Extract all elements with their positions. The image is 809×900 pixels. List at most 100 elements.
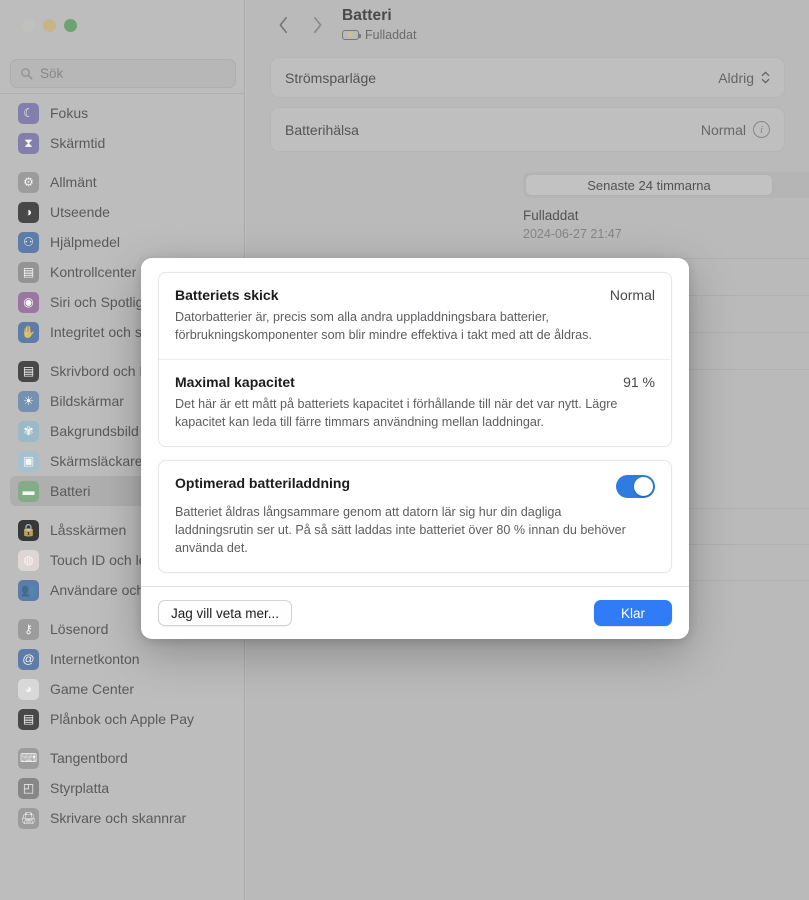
chart-timestamp: 2024-06-27 21:47 xyxy=(523,227,622,241)
learn-more-button[interactable]: Jag vill veta mer... xyxy=(158,600,293,626)
touchid-icon: ◍ xyxy=(18,549,39,571)
sidebar-item-internetkonton[interactable]: @ Internetkonton xyxy=(10,644,235,674)
screentime-icon: ⧗ xyxy=(18,132,39,154)
sidebar-item-label: Lösenord xyxy=(50,621,109,637)
battery-charged-icon: ⚡ xyxy=(342,30,362,40)
battery-health-row[interactable]: Batterihälsa Normal i xyxy=(270,107,785,152)
toggle-knob xyxy=(633,476,654,497)
controlcenter-icon: ▤ xyxy=(18,261,39,283)
sidebar-item-styrplatta[interactable]: ◰ Styrplatta xyxy=(10,773,235,803)
battery-health-dialog: Batteriets skick Normal Datorbatterier ä… xyxy=(141,258,689,639)
internet-accounts-icon: @ xyxy=(18,648,39,670)
dialog-footer: Jag vill veta mer... Klar xyxy=(141,586,689,639)
optimized-charging-card: Optimerad batteriladdning Batteriet åldr… xyxy=(158,460,672,573)
close-button[interactable] xyxy=(22,19,35,32)
sidebar-item-label: Game Center xyxy=(50,681,135,697)
sidebar-item-allmant[interactable]: ⚙ Allmänt xyxy=(10,167,235,197)
optimized-charging-toggle[interactable] xyxy=(616,475,655,498)
power-mode-value: Aldrig xyxy=(718,69,754,86)
gamecenter-icon: ◕ xyxy=(18,678,39,700)
power-mode-row[interactable]: Strömsparläge Aldrig xyxy=(270,57,785,98)
power-mode-label: Strömsparläge xyxy=(285,69,377,86)
optimized-charging-section: Optimerad batteriladdning Batteriet åldr… xyxy=(159,461,671,572)
chevron-left-icon xyxy=(279,16,287,34)
optimized-charging-description: Batteriet åldras långsammare genom att d… xyxy=(175,505,626,555)
sidebar-item-skarmtid[interactable]: ⧗ Skärmtid xyxy=(10,128,235,158)
max-capacity-section: Maximal kapacitet 91 % Det här är ett må… xyxy=(159,359,671,446)
chevron-right-icon xyxy=(313,16,321,34)
sidebar-item-utseende[interactable]: ◑ Utseende xyxy=(10,197,235,227)
search-icon xyxy=(21,68,33,80)
wallpaper-icon: ✾ xyxy=(18,420,39,442)
zoom-button[interactable] xyxy=(64,19,77,32)
chevron-updown-icon[interactable] xyxy=(761,71,770,84)
chart-status-label: Fulladdat xyxy=(523,208,579,223)
sidebar-item-label: Allmänt xyxy=(50,174,97,190)
page-title: Batteri xyxy=(342,7,392,24)
sidebar-item-label: Skärmsläckare xyxy=(50,453,143,469)
battery-condition-card: Batteriets skick Normal Datorbatterier ä… xyxy=(158,272,672,447)
title-block: Batteri ⚡ Fulladdat xyxy=(342,7,416,42)
sidebar-item-label: Internetkonton xyxy=(50,651,140,667)
done-button[interactable]: Klar xyxy=(594,600,672,626)
sidebar-item-label: Bildskärmar xyxy=(50,393,124,409)
sidebar-group: ⌨ Tangentbord ◰ Styrplatta 🖨 Skrivare och ska… xyxy=(10,734,235,833)
keyboard-icon: ⌨ xyxy=(18,747,39,769)
sidebar-item-label: Styrplatta xyxy=(50,780,110,796)
battery-health-value-group[interactable]: Normal i xyxy=(701,121,770,138)
battery-icon: ▬ xyxy=(18,480,39,502)
sidebar-item-label: Tangentbord xyxy=(50,750,128,766)
sidebar-item-label: Hjälpmedel xyxy=(50,234,121,250)
users-icon: 👥 xyxy=(18,579,39,601)
battery-health-value: Normal xyxy=(700,121,746,138)
sidebar-item-tangentbord[interactable]: ⌨ Tangentbord xyxy=(10,743,235,773)
sidebar-item-label: Plånbok och Apple Pay xyxy=(50,711,194,727)
screensaver-icon: ▣ xyxy=(18,450,39,472)
printers-icon: 🖨 xyxy=(18,807,39,829)
minimize-button[interactable] xyxy=(43,19,56,32)
sidebar-group: ☾ Fokus ⧗ Skärmtid xyxy=(10,98,235,158)
search-input[interactable] xyxy=(40,66,226,81)
appearance-icon: ◑ xyxy=(18,201,39,223)
system-settings-window: ☾ Fokus ⧗ Skärmtid ⚙ Allmänt ◑ Utseende ⚇ Hjälpme… xyxy=(0,0,809,900)
back-button[interactable] xyxy=(270,12,296,38)
info-icon[interactable]: i xyxy=(753,121,770,138)
battery-condition-section: Batteriets skick Normal Datorbatterier ä… xyxy=(159,273,671,359)
page-subtitle: Fulladdat xyxy=(365,28,417,42)
optimized-charging-title: Optimerad batteriladdning xyxy=(175,475,351,491)
sidebar-item-label: Utseende xyxy=(50,204,110,220)
sidebar-item-label: Fokus xyxy=(50,105,89,121)
window-controls xyxy=(22,19,77,32)
sidebar-item-label: Kontrollcenter xyxy=(50,264,137,280)
sidebar-item-fokus[interactable]: ☾ Fokus xyxy=(10,98,235,128)
sidebar-item-label: Skärmtid xyxy=(50,135,106,151)
battery-condition-description: Datorbatterier är, precis som alla andra… xyxy=(175,310,592,342)
lockscreen-icon: 🔒 xyxy=(18,519,39,541)
power-mode-value-group[interactable]: Aldrig xyxy=(718,70,770,86)
sidebar-item-skrivare-och-skannrar[interactable]: 🖨 Skrivare och skannrar xyxy=(10,803,235,833)
focus-icon: ☾ xyxy=(18,102,39,124)
sidebar-item-planbok-och-apple-pay[interactable]: ▤ Plånbok och Apple Pay xyxy=(10,704,235,734)
tab-last-10-days[interactable]: Senaste 10 dagarna xyxy=(773,174,809,196)
desktop-dock-icon: ▤ xyxy=(18,360,39,382)
battery-health-label: Batterihälsa xyxy=(285,121,359,138)
sidebar-item-label: Bakgrundsbild xyxy=(50,423,139,439)
navigation-buttons xyxy=(270,12,330,38)
sidebar-item-hjalpmedel[interactable]: ⚇ Hjälpmedel xyxy=(10,227,235,257)
passwords-icon: ⚷ xyxy=(18,618,39,640)
max-capacity-title: Maximal kapacitet xyxy=(175,374,295,390)
accessibility-icon: ⚇ xyxy=(18,231,39,253)
sidebar-item-game-center[interactable]: ◕ Game Center xyxy=(10,674,235,704)
sidebar-item-label: Siri och Spotlight xyxy=(50,294,156,310)
battery-condition-value: Normal xyxy=(609,287,655,303)
tab-last-24-hours[interactable]: Senaste 24 timmarna xyxy=(525,174,773,196)
privacy-icon: ✋ xyxy=(18,321,39,343)
time-range-segmented-control[interactable]: Senaste 24 timmarna Senaste 10 dagarna xyxy=(523,172,809,198)
sidebar-item-label: Skrivare och skannrar xyxy=(50,810,187,826)
forward-button[interactable] xyxy=(304,12,330,38)
displays-icon: ☀ xyxy=(18,390,39,412)
search-field[interactable] xyxy=(10,59,236,88)
sidebar-item-label: Batteri xyxy=(50,483,91,499)
chart-header: Fulladdat 2024-06-27 21:47 xyxy=(523,208,622,241)
trackpad-icon: ◰ xyxy=(18,777,39,799)
